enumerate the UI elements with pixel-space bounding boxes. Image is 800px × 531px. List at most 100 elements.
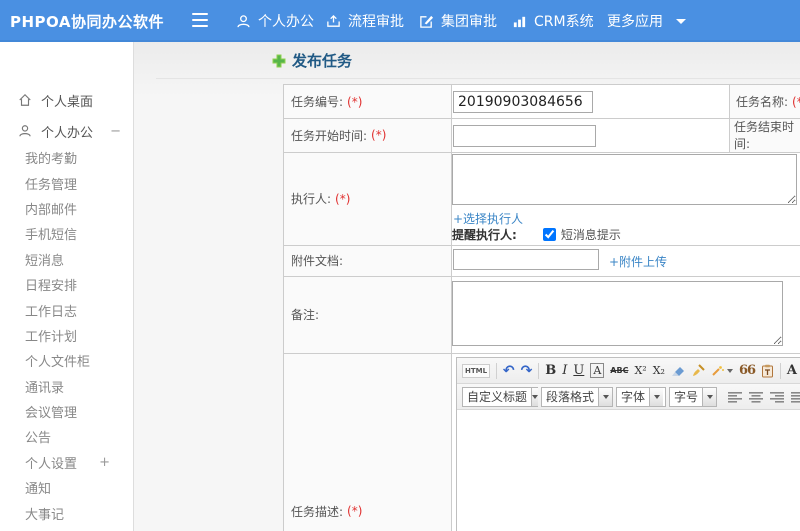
editor-redo-button[interactable]: ↷ — [521, 363, 533, 379]
magic-wand-icon — [712, 366, 724, 376]
workflow-icon — [327, 14, 340, 27]
nav-label: 更多应用 — [607, 14, 663, 30]
sidebar-item-short-message[interactable]: 短消息 — [0, 247, 134, 272]
nav-personal-office[interactable]: 个人办公 — [236, 0, 314, 42]
brush-icon — [692, 364, 705, 376]
sidebar-item-sms[interactable]: 手机短信 — [0, 221, 134, 246]
sidebar-item-internal-mail[interactable]: 内部邮件 — [0, 196, 134, 221]
executor-textarea[interactable] — [452, 154, 797, 205]
expand-toggle-icon[interactable]: + — [99, 455, 110, 470]
remark-textarea[interactable] — [452, 281, 783, 346]
task-number-input[interactable] — [453, 91, 593, 113]
required-mark: (*) — [371, 128, 387, 142]
editor-format-brush-button[interactable] — [691, 364, 705, 377]
editor-paste-text-button[interactable] — [761, 364, 774, 378]
caret-down-icon — [531, 387, 539, 406]
attachment-input[interactable] — [453, 249, 599, 270]
editor-bold-button[interactable]: B — [545, 363, 556, 378]
sidebar-item-attendance[interactable]: 我的考勤 — [0, 145, 134, 170]
divider — [538, 362, 540, 379]
sidebar-item-milestones[interactable]: 大事记 — [0, 500, 134, 525]
sidebar-item-personal-office[interactable]: 个人办公 − — [0, 119, 134, 143]
align-left-icon[interactable] — [728, 391, 743, 403]
divider — [729, 85, 730, 152]
nav-crm-system[interactable]: CRM系统 — [512, 0, 594, 42]
page-title: 发布任务 — [272, 50, 352, 71]
editor-font-family-select[interactable]: 字体 — [616, 386, 666, 407]
divider — [284, 353, 800, 354]
nav-workflow-approval[interactable]: 流程审批 — [326, 0, 404, 42]
editor-alignment-group — [728, 391, 800, 403]
caret-down-icon — [649, 387, 664, 406]
required-mark: (*) — [335, 191, 351, 206]
rich-text-editor: HTML ↶ ↷ B I U A ABC X² X₂ 66 A 自定义标题 段落… — [456, 357, 800, 531]
sidebar-item-news[interactable]: 新闻 — [0, 526, 134, 531]
sidebar-item-schedule[interactable]: 日程安排 — [0, 272, 134, 297]
editor-autoformat-button[interactable] — [711, 364, 733, 377]
sidebar-item-meeting[interactable]: 会议管理 — [0, 399, 134, 424]
sidebar-item-announcement[interactable]: 公告 — [0, 424, 134, 449]
align-right-icon[interactable] — [770, 391, 785, 403]
remind-executor-row: 提醒执行人: 短消息提示 — [452, 226, 621, 242]
sidebar-item-label: 个人桌面 — [41, 94, 94, 110]
editor-underline-button[interactable]: U — [573, 363, 584, 378]
sms-remind-option-label: 短消息提示 — [560, 227, 621, 242]
sidebar-item-work-plan[interactable]: 工作计划 — [0, 323, 134, 348]
task-form: 任务编号:(*) 任务名称:(*) 任务开始时间:(*) 任务结束时间:(*) … — [283, 84, 800, 531]
editor-blockquote-button[interactable]: 66 — [739, 363, 756, 378]
align-justify-icon[interactable] — [791, 391, 800, 403]
task-name-label: 任务名称:(*) — [736, 85, 800, 118]
sidebar-item-contacts[interactable]: 通讯录 — [0, 374, 134, 399]
editor-content-area[interactable] — [457, 410, 800, 531]
sidebar-item-desktop[interactable]: 个人桌面 — [0, 88, 134, 112]
align-center-icon[interactable] — [749, 391, 764, 403]
nav-more-apps[interactable]: 更多应用 — [607, 0, 686, 42]
sidebar-item-notice[interactable]: 通知 — [0, 475, 134, 500]
edit-icon — [420, 15, 434, 28]
nav-label: 集团审批 — [441, 14, 497, 30]
remind-executor-label: 提醒执行人: — [452, 227, 517, 242]
attachment-upload-link[interactable]: +附件上传 — [609, 253, 667, 270]
sidebar-submenu: 我的考勤 任务管理 内部邮件 手机短信 短消息 日程安排 工作日志 工作计划 个… — [0, 145, 134, 531]
task-start-time-input[interactable] — [453, 125, 596, 147]
page-title-text: 发布任务 — [292, 52, 353, 70]
eraser-icon — [671, 366, 684, 376]
editor-char-border-button[interactable]: A — [590, 363, 605, 378]
sidebar-item-label: 个人设置 — [25, 456, 78, 472]
bar-chart-icon — [513, 16, 526, 27]
menu-toggle-icon[interactable] — [192, 13, 208, 27]
home-icon — [19, 93, 31, 106]
nav-group-approval[interactable]: 集团审批 — [419, 0, 497, 42]
editor-html-button[interactable]: HTML — [462, 363, 491, 378]
editor-font-color-button[interactable]: A — [787, 363, 800, 378]
task-start-time-label: 任务开始时间: (*) — [291, 128, 387, 143]
executor-label: 执行人: (*) — [291, 191, 351, 207]
sms-remind-checkbox[interactable] — [542, 227, 556, 241]
sidebar-item-task-management[interactable]: 任务管理 — [0, 170, 134, 195]
editor-font-size-select[interactable]: 字号 — [668, 386, 717, 407]
editor-undo-button[interactable]: ↶ — [503, 363, 515, 379]
editor-superscript-button[interactable]: X² — [634, 364, 646, 377]
sidebar-item-settings[interactable]: 个人设置 + — [0, 450, 134, 475]
editor-custom-title-select[interactable]: 自定义标题 — [462, 386, 539, 407]
editor-eraser-button[interactable] — [671, 365, 685, 377]
caret-down-icon — [598, 387, 613, 406]
editor-toolbar-row1: HTML ↶ ↷ B I U A ABC X² X₂ 66 A — [457, 358, 800, 384]
editor-paragraph-format-select[interactable]: 段落格式 — [541, 386, 614, 407]
collapse-toggle-icon[interactable]: − — [110, 124, 121, 139]
editor-italic-button[interactable]: I — [562, 363, 567, 378]
attachment-label: 附件文档: — [291, 254, 344, 268]
user-icon — [237, 14, 250, 27]
sidebar-item-work-log[interactable]: 工作日志 — [0, 297, 134, 322]
editor-strikethrough-button[interactable]: ABC — [610, 366, 628, 375]
sidebar: 个人桌面 个人办公 − 我的考勤 任务管理 内部邮件 手机短信 短消息 日程安排… — [0, 42, 134, 531]
sidebar-item-file-cabinet[interactable]: 个人文件柜 — [0, 348, 134, 373]
choose-executor-link[interactable]: +选择执行人 — [453, 210, 523, 227]
sidebar-item-label: 个人办公 — [41, 125, 94, 141]
task-description-label: 任务描述: (*) — [291, 504, 363, 519]
nav-label: 个人办公 — [258, 14, 314, 30]
divider — [156, 78, 800, 79]
nav-label: CRM系统 — [534, 14, 594, 30]
editor-subscript-button[interactable]: X₂ — [653, 364, 665, 377]
editor-toolbar-row2: 自定义标题 段落格式 字体 字号 — [457, 384, 800, 410]
